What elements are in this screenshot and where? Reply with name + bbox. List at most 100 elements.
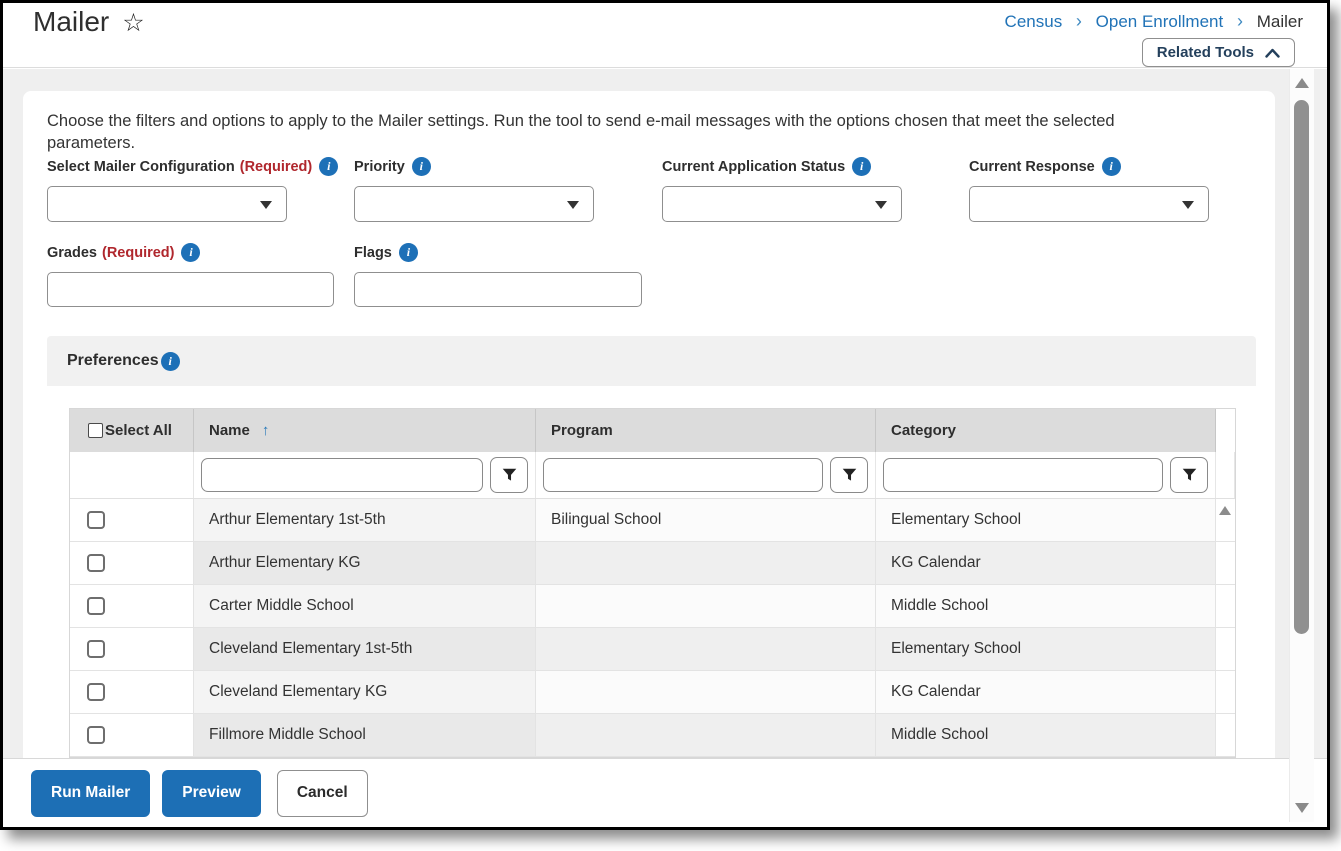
select-all-label: Select All bbox=[105, 422, 172, 439]
preview-button[interactable]: Preview bbox=[162, 769, 261, 817]
column-header-name[interactable]: Name ↑ bbox=[194, 409, 536, 452]
table-header-row: Select All Name ↑ Program Category bbox=[70, 409, 1235, 452]
run-mailer-button[interactable]: Run Mailer bbox=[31, 769, 151, 817]
table-row[interactable]: Arthur Elementary KG KG Calendar bbox=[70, 542, 1235, 585]
scrollbar-thumb[interactable] bbox=[1294, 100, 1309, 634]
action-bar: Run Mailer Preview Cancel bbox=[3, 758, 1327, 827]
scrollbar-up-icon[interactable] bbox=[1295, 78, 1309, 88]
field-label: Grades (Required) i bbox=[47, 243, 334, 262]
row-select-cell bbox=[70, 542, 194, 585]
row-checkbox[interactable] bbox=[87, 554, 105, 572]
chevron-up-icon bbox=[1265, 48, 1280, 58]
label-text: Grades bbox=[47, 244, 97, 261]
row-checkbox[interactable] bbox=[87, 726, 105, 744]
info-icon[interactable]: i bbox=[319, 157, 339, 176]
name-cell: Cleveland Elementary KG bbox=[194, 671, 536, 714]
mailer-configuration-select[interactable] bbox=[47, 186, 287, 222]
program-filter-input[interactable] bbox=[543, 458, 823, 492]
table-row[interactable]: Carter Middle School Middle School bbox=[70, 585, 1235, 628]
filter-cell-name bbox=[194, 452, 536, 498]
name-cell: Arthur Elementary KG bbox=[194, 542, 536, 585]
field-current-application-status: Current Application Status i bbox=[662, 157, 902, 222]
info-icon[interactable]: i bbox=[181, 243, 201, 262]
row-checkbox[interactable] bbox=[87, 640, 105, 658]
info-icon[interactable]: i bbox=[852, 157, 872, 176]
grades-input[interactable] bbox=[47, 272, 334, 307]
field-label: Flags i bbox=[354, 243, 642, 262]
row-select-cell bbox=[70, 714, 194, 757]
required-marker: (Required) bbox=[101, 244, 175, 261]
dropdown-caret-icon bbox=[1182, 201, 1194, 209]
label-text: Current Response bbox=[969, 158, 1095, 175]
field-label: Current Application Status i bbox=[662, 157, 902, 176]
column-header-category[interactable]: Category bbox=[876, 409, 1216, 452]
info-icon[interactable]: i bbox=[411, 157, 431, 176]
category-cell: Middle School bbox=[876, 585, 1216, 628]
intro-text: Choose the filters and options to apply … bbox=[47, 112, 1115, 152]
scroll-up-icon[interactable] bbox=[1219, 506, 1231, 515]
cancel-button[interactable]: Cancel bbox=[276, 769, 368, 817]
program-cell bbox=[536, 628, 876, 671]
label-text: Flags bbox=[354, 244, 392, 261]
table-scroll-gutter[interactable] bbox=[1216, 671, 1235, 714]
preferences-header: Preferences i bbox=[47, 336, 1256, 386]
name-cell: Fillmore Middle School bbox=[194, 714, 536, 757]
dropdown-caret-icon bbox=[260, 201, 272, 209]
name-cell: Carter Middle School bbox=[194, 585, 536, 628]
related-tools-button[interactable]: Related Tools bbox=[1141, 38, 1295, 67]
filter-icon bbox=[842, 468, 856, 481]
category-filter-button[interactable] bbox=[1170, 457, 1208, 493]
field-flags: Flags i bbox=[354, 243, 642, 307]
label-text: Current Application Status bbox=[662, 158, 846, 175]
table-scroll-gutter[interactable] bbox=[1216, 628, 1235, 671]
select-all-checkbox[interactable] bbox=[88, 423, 103, 438]
main-content-card: Choose the filters and options to apply … bbox=[23, 91, 1275, 827]
row-checkbox[interactable] bbox=[87, 511, 105, 529]
table-scroll-gutter[interactable] bbox=[1216, 542, 1235, 585]
row-select-cell bbox=[70, 499, 194, 542]
category-filter-input[interactable] bbox=[883, 458, 1163, 492]
dropdown-caret-icon bbox=[567, 201, 579, 209]
info-icon[interactable]: i bbox=[1101, 157, 1121, 176]
priority-select[interactable] bbox=[354, 186, 594, 222]
field-label: Select Mailer Configuration (Required) i bbox=[47, 157, 339, 176]
breadcrumb-open-enrollment[interactable]: Open Enrollment bbox=[1096, 12, 1224, 31]
related-tools-label: Related Tools bbox=[1156, 44, 1254, 61]
scrollbar-down-icon[interactable] bbox=[1295, 803, 1309, 813]
table-scroll-gutter[interactable] bbox=[1216, 714, 1235, 757]
preferences-title: Preferences bbox=[67, 352, 159, 369]
name-filter-button[interactable] bbox=[490, 457, 528, 493]
page-scrollbar[interactable] bbox=[1289, 69, 1314, 822]
column-header-program[interactable]: Program bbox=[536, 409, 876, 452]
field-priority: Priority i bbox=[354, 157, 594, 222]
page-title-text: Mailer bbox=[33, 6, 110, 37]
table-scroll-gutter[interactable] bbox=[1216, 499, 1235, 542]
current-response-select[interactable] bbox=[969, 186, 1209, 222]
row-select-cell bbox=[70, 628, 194, 671]
dropdown-caret-icon bbox=[875, 201, 887, 209]
info-icon[interactable]: i bbox=[160, 351, 180, 371]
label-text: Select Mailer Configuration bbox=[47, 158, 235, 175]
filter-cell-program bbox=[536, 452, 876, 498]
favorite-star-icon[interactable]: ☆ bbox=[122, 9, 144, 37]
table-scroll-gutter[interactable] bbox=[1216, 585, 1235, 628]
table-row[interactable]: Fillmore Middle School Middle School bbox=[70, 714, 1235, 757]
flags-input[interactable] bbox=[354, 272, 642, 307]
table-row[interactable]: Cleveland Elementary KG KG Calendar bbox=[70, 671, 1235, 714]
table-row[interactable]: Arthur Elementary 1st-5th Bilingual Scho… bbox=[70, 499, 1235, 542]
current-application-status-select[interactable] bbox=[662, 186, 902, 222]
label-text: Priority bbox=[354, 158, 405, 175]
program-cell bbox=[536, 714, 876, 757]
program-filter-button[interactable] bbox=[830, 457, 868, 493]
info-icon[interactable]: i bbox=[398, 243, 418, 262]
row-checkbox[interactable] bbox=[87, 683, 105, 701]
name-filter-input[interactable] bbox=[201, 458, 483, 492]
breadcrumb-census[interactable]: Census bbox=[1005, 12, 1063, 31]
category-cell: Middle School bbox=[876, 714, 1216, 757]
category-cell: Elementary School bbox=[876, 499, 1216, 542]
column-label: Name bbox=[209, 422, 250, 439]
table-row[interactable]: Cleveland Elementary 1st-5th Elementary … bbox=[70, 628, 1235, 671]
row-checkbox[interactable] bbox=[87, 597, 105, 615]
filter-scroll-gutter bbox=[1216, 452, 1235, 498]
column-label: Program bbox=[551, 422, 613, 439]
